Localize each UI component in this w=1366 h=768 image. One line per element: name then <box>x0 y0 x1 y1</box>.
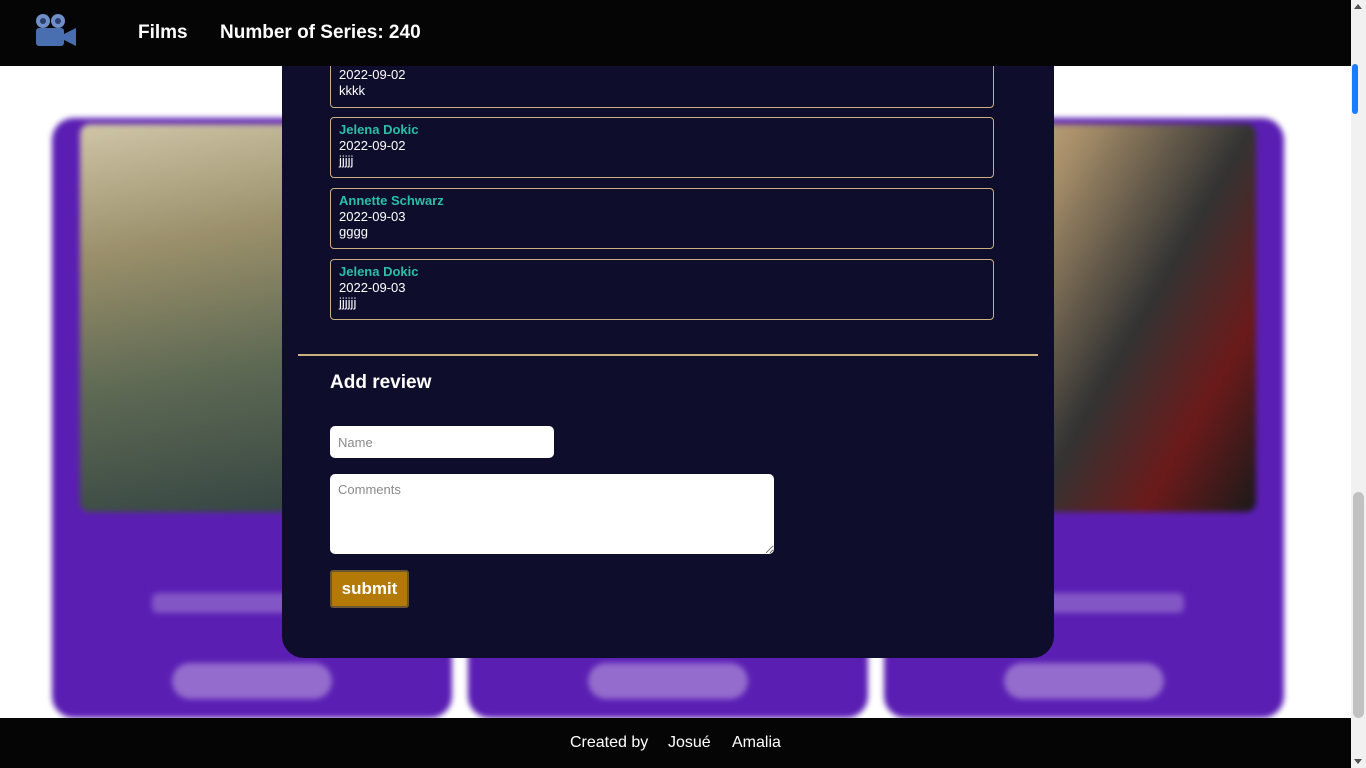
review-author: Annette Schwarz <box>339 193 444 208</box>
name-input[interactable] <box>330 426 554 458</box>
review-comment: gggg <box>339 224 368 239</box>
page-scrollbar[interactable] <box>1351 0 1366 768</box>
review-date: 2022-09-03 <box>339 279 406 295</box>
author-link-josue[interactable]: Josué <box>668 734 711 752</box>
scroll-position-marker <box>1352 64 1358 114</box>
review-card: Jelena Dokic 2022-09-03 jjjjjj <box>330 259 994 320</box>
card-button <box>1004 663 1164 699</box>
review-date: 2022-09-03 <box>339 208 406 224</box>
footer: Created by Josué Amalia <box>0 718 1351 768</box>
scroll-thumb[interactable] <box>1353 492 1364 718</box>
top-navbar: Films Number of Series: 240 <box>0 0 1351 66</box>
review-comment: jjjjjj <box>339 295 357 310</box>
section-divider <box>298 354 1038 356</box>
review-card: Jelena Dokic 2022-09-02 jjjjj <box>330 117 994 178</box>
submit-button[interactable]: submit <box>330 570 409 608</box>
review-author: Jelena Dokic <box>339 264 419 279</box>
author-link-amalia[interactable]: Amalia <box>732 734 781 752</box>
scroll-down-arrow-icon[interactable] <box>1354 759 1362 764</box>
nav-films-link[interactable]: Films <box>138 22 188 44</box>
created-by-label: Created by <box>570 734 649 751</box>
add-review-title: Add review <box>330 372 432 393</box>
film-camera-icon[interactable] <box>34 12 78 50</box>
review-comment: kkkk <box>339 82 365 98</box>
review-author: Jelena Dokic <box>339 122 419 137</box>
review-date: 2022-09-02 <box>339 67 406 82</box>
review-date: 2022-09-02 <box>339 137 406 153</box>
review-comment: jjjjj <box>339 153 354 168</box>
card-button <box>172 663 332 699</box>
scroll-up-arrow-icon[interactable] <box>1354 4 1362 9</box>
series-count: Number of Series: 240 <box>220 22 421 43</box>
comments-textarea[interactable] <box>330 474 774 554</box>
series-detail-modal: 2022-09-02 kkkk Jelena Dokic 2022-09-02 … <box>282 46 1054 658</box>
review-card: Annette Schwarz 2022-09-03 gggg <box>330 188 994 249</box>
card-button <box>588 663 748 699</box>
